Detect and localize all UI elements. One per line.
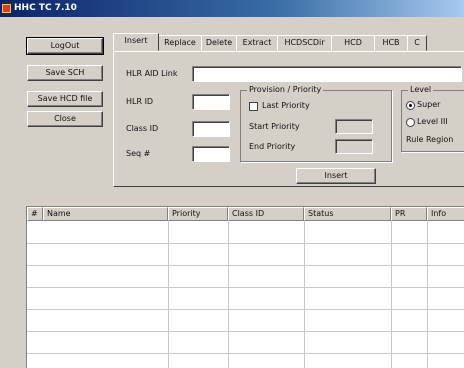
app-icon <box>2 4 11 13</box>
grid-row-line <box>27 331 464 332</box>
column-header-class-id[interactable]: Class ID <box>228 207 304 221</box>
tab-insert[interactable]: Insert <box>113 33 159 51</box>
end-priority-label: End Priority <box>249 142 296 151</box>
rule-region-label: Rule Region <box>406 135 454 144</box>
sequence-input[interactable] <box>192 146 230 162</box>
start-priority-input[interactable] <box>335 119 373 134</box>
tab-c[interactable]: C <box>407 35 427 51</box>
close-button[interactable]: Close <box>27 111 103 127</box>
last-priority-label: Last Priority <box>262 101 310 110</box>
end-priority-input[interactable] <box>335 139 373 154</box>
level-iii-label: Level III <box>417 117 448 126</box>
insert-button[interactable]: Insert <box>296 168 376 184</box>
tab-panel-insert: HLR AID Link HLR ID Class ID Seq # Provi… <box>113 51 464 187</box>
grid-row-line <box>27 309 464 310</box>
grid-row-line <box>27 243 464 244</box>
level-iii-radio[interactable] <box>406 118 415 127</box>
grid-row-line <box>27 265 464 266</box>
column-header-name[interactable]: Name <box>43 207 168 221</box>
hlr-id-input[interactable] <box>192 94 230 110</box>
column-header-index[interactable]: # <box>27 207 43 221</box>
provision-group-title: Provision / Priority <box>247 85 324 94</box>
results-grid[interactable]: # Name Priority Class ID Status PR Info <box>26 206 464 368</box>
tab-strip: Insert Replace Delete Extract HCDSCDir H… <box>113 33 464 51</box>
save-hcd-button[interactable]: Save HCD file <box>27 91 103 107</box>
start-priority-label: Start Priority <box>249 122 300 131</box>
class-id-label: Class ID <box>126 124 159 133</box>
tab-hcb[interactable]: HCB <box>374 35 408 51</box>
column-header-pr[interactable]: PR <box>391 207 427 221</box>
last-priority-checkbox[interactable] <box>249 102 258 111</box>
tab-delete[interactable]: Delete <box>201 35 237 51</box>
level-super-radio[interactable] <box>406 101 415 110</box>
save-sch-button[interactable]: Save SCH <box>27 65 103 81</box>
sequence-label: Seq # <box>126 149 151 158</box>
hlr-aid-label: HLR AID Link <box>126 69 178 78</box>
window-title: HHC TC 7.10 <box>14 3 77 13</box>
tab-hcd[interactable]: HCD <box>331 35 375 51</box>
logout-button[interactable]: LogOut <box>26 37 104 55</box>
tab-hcdscdir[interactable]: HCDSCDir <box>277 35 332 51</box>
level-super-label: Super <box>417 100 441 109</box>
level-group: Level Super Level III Rule Region <box>401 85 464 152</box>
class-id-input[interactable] <box>192 121 230 137</box>
hlr-id-label: HLR ID <box>126 97 154 106</box>
tab-replace[interactable]: Replace <box>158 35 202 51</box>
level-group-title: Level <box>408 85 434 94</box>
hlr-aid-input[interactable] <box>192 66 462 82</box>
tab-extract[interactable]: Extract <box>236 35 278 51</box>
column-header-priority[interactable]: Priority <box>168 207 228 221</box>
grid-header: # Name Priority Class ID Status PR Info <box>27 207 464 221</box>
column-header-info[interactable]: Info <box>427 207 464 221</box>
grid-row-line <box>27 353 464 354</box>
grid-row-line <box>27 287 464 288</box>
provision-group: Provision / Priority Last Priority Start… <box>240 85 392 162</box>
title-bar: HHC TC 7.10 <box>0 0 464 17</box>
column-header-status[interactable]: Status <box>304 207 391 221</box>
